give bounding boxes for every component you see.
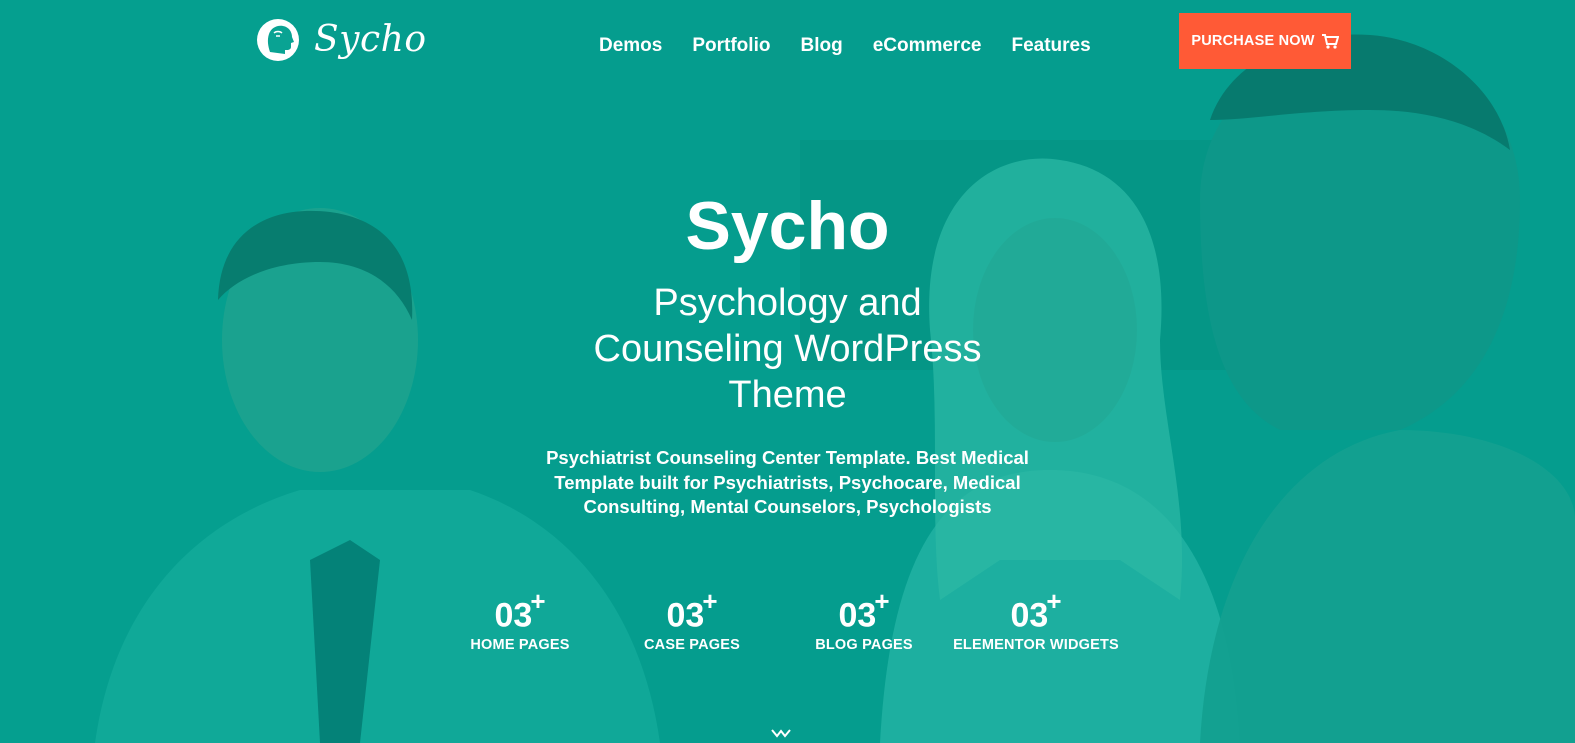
hero-description-line: Template built for Psychiatrists, Psycho… <box>554 471 1021 493</box>
hero-description-line: Consulting, Mental Counselors, Psycholog… <box>583 496 992 517</box>
main-navigation: Demos Portfolio Blog eCommerce Features <box>599 34 1121 58</box>
site-logo[interactable]: Sycho <box>256 18 427 62</box>
stat-label: ELEMENTOR WIDGETS <box>953 637 1119 654</box>
hero-description-line: Psychiatrist Counseling Center Template.… <box>546 447 1029 468</box>
stat-number: 03+ <box>1010 586 1062 635</box>
stats-row: 03+ HOME PAGES 03+ CASE PAGES 03+ BLOG P… <box>434 585 1294 653</box>
scroll-down-icon[interactable] <box>770 728 792 740</box>
stat-suffix: + <box>530 586 546 616</box>
stat-label: HOME PAGES <box>470 637 570 654</box>
hero-description: Psychiatrist Counseling Center Template.… <box>0 446 1575 520</box>
nav-item-features[interactable]: Features <box>1011 34 1090 58</box>
cart-icon <box>1321 34 1339 49</box>
stat-blog-pages: 03+ BLOG PAGES <box>778 585 950 653</box>
hero-subtitle-line: Psychology and <box>653 282 922 324</box>
stat-suffix: + <box>702 586 718 616</box>
stat-suffix: + <box>874 586 890 616</box>
head-brain-icon <box>257 19 299 61</box>
hero-subtitle-line: Counseling WordPress <box>593 328 982 370</box>
nav-item-blog[interactable]: Blog <box>800 34 842 58</box>
hero-subtitle: Psychology and Counseling WordPress Them… <box>0 280 1575 418</box>
nav-item-demos[interactable]: Demos <box>599 34 662 58</box>
purchase-now-button[interactable]: PURCHASE NOW <box>1179 13 1351 69</box>
stat-elementor-widgets: 03+ ELEMENTOR WIDGETS <box>950 585 1122 653</box>
stat-home-pages: 03+ HOME PAGES <box>434 585 606 653</box>
nav-item-portfolio[interactable]: Portfolio <box>692 34 770 58</box>
stat-number: 03+ <box>494 586 546 635</box>
stat-number: 03+ <box>838 586 890 635</box>
stat-number: 03+ <box>666 586 718 635</box>
hero-title: Sycho <box>685 188 890 264</box>
stat-suffix: + <box>1046 586 1062 616</box>
stat-case-pages: 03+ CASE PAGES <box>606 585 778 653</box>
brand-name: Sycho <box>314 19 427 60</box>
stat-label: CASE PAGES <box>643 637 740 654</box>
stat-label: BLOG PAGES <box>815 637 913 654</box>
hero-subtitle-line: Theme <box>728 374 847 416</box>
nav-item-ecommerce[interactable]: eCommerce <box>873 34 982 58</box>
purchase-label: PURCHASE NOW <box>1191 33 1315 49</box>
